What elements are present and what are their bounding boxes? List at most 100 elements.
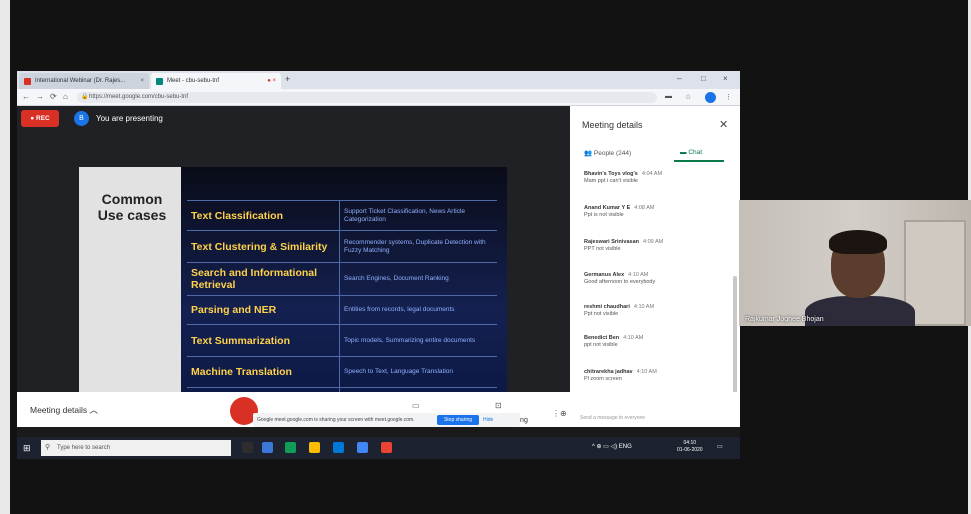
taskbar-app-icon[interactable] <box>357 442 368 453</box>
use-case-name: Text Classification <box>191 209 283 222</box>
use-case-examples: Recommender systems, Duplicate Detection… <box>339 231 497 262</box>
stop-sharing-button[interactable]: Stop sharing <box>437 415 479 425</box>
url-text: https://meet.google.com/cbu-sebu-tnf <box>89 94 189 100</box>
presenter-avatar: B <box>74 111 89 126</box>
browser-tab-meet[interactable]: Meet - cbu-sebu-tnf ● × <box>151 73 281 89</box>
presentation-slide: Common Use cases Text Classification Supp… <box>79 167 507 427</box>
tab-label: Meet - cbu-sebu-tnf <box>167 78 220 84</box>
taskbar-clock[interactable]: 04:10 01-06-2020 <box>677 440 703 454</box>
minimize-button[interactable]: – <box>677 74 681 83</box>
tab-label: International Webinar (Dr. Rajes... <box>35 78 126 84</box>
windows-taskbar: ⊞ ⚲ Type here to search ^ ⊕ ▭ ◁) ENG 04:… <box>17 437 740 459</box>
chat-time: 4:09 AM <box>643 239 664 245</box>
taskbar-app-icon[interactable] <box>285 442 296 453</box>
use-case-name: Text Summarization <box>191 334 290 347</box>
chat-message: chitrarekha jadhav 4:10 AM Pl zoom screen <box>584 369 724 383</box>
bookmark-star-icon[interactable]: ☆ <box>685 93 691 101</box>
chat-sender: reshmi chaudhari <box>584 304 630 310</box>
active-tab-indicator <box>674 160 724 162</box>
screen-share-banner: Google meet.google.com is sharing your s… <box>253 413 520 427</box>
hide-banner-button[interactable]: Hide <box>483 415 493 425</box>
speaker-video-tile: Rajkumar Joghee Bhojan <box>739 200 971 326</box>
chat-message: Germanus Alex 4:10 AM Good afternoon to ev… <box>584 272 724 286</box>
chat-message: Bhavin's Toys vlog's 4:04 AM Mam ppt i can… <box>584 171 724 185</box>
use-case-examples: Topic models, Summarizing entire documen… <box>339 325 497 356</box>
chat-message: reshmi chaudhari 4:10 AM Ppt not visible <box>584 304 724 318</box>
recording-frame: International Webinar (Dr. Rajes... × Me… <box>0 0 971 514</box>
tab-chat[interactable]: ▬ Chat <box>680 149 702 156</box>
use-case-row: Text Clustering & Similarity Recommender … <box>187 230 497 262</box>
use-case-examples: Support Ticket Classification, News Arti… <box>339 201 497 230</box>
captions-icon[interactable]: ▭ <box>412 401 420 410</box>
present-icon[interactable]: ⊡ <box>495 401 502 410</box>
gmail-icon <box>24 77 31 85</box>
chat-text: ppt not visible <box>584 342 618 348</box>
home-icon[interactable]: ⌂ <box>63 92 68 101</box>
system-tray[interactable]: ^ ⊕ ▭ ◁) ENG <box>592 443 632 450</box>
maximize-button[interactable]: □ <box>701 74 706 83</box>
chat-text: Pl zoom screen <box>584 376 622 382</box>
url-field[interactable]: 🔒 https://meet.google.com/cbu-sebu-tnf <box>77 92 657 103</box>
chevron-up-icon: ︿ <box>89 405 99 415</box>
tab-chat-label: Chat <box>688 149 703 156</box>
reload-icon[interactable]: ⟳ <box>50 92 57 101</box>
clock-date: 01-06-2020 <box>677 447 703 453</box>
use-case-row: Text Summarization Topic models, Summariz… <box>187 324 497 356</box>
close-tab-icon[interactable]: × <box>140 78 144 84</box>
share-banner-text: Google meet.google.com is sharing your s… <box>257 417 415 423</box>
forward-icon[interactable]: → <box>36 92 44 101</box>
chat-sender: chitrarekha jadhav <box>584 369 633 375</box>
meeting-details-label: Meeting details <box>30 405 88 415</box>
browser-tab-bar: International Webinar (Dr. Rajes... × Me… <box>17 71 740 89</box>
tab-people-label: People (244) <box>593 150 632 157</box>
lock-icon: 🔒 <box>81 94 89 100</box>
speaker-name: Rajkumar Joghee Bhojan <box>745 316 824 323</box>
tab-people[interactable]: 👥 People (244) <box>584 149 631 157</box>
use-case-examples: Search Engines, Document Ranking <box>339 263 497 295</box>
browser-tab-webinar[interactable]: International Webinar (Dr. Rajes... × <box>19 73 149 89</box>
taskbar-app-icon[interactable] <box>333 442 344 453</box>
presenting-label: You are presenting <box>96 114 163 123</box>
close-window-button[interactable]: × <box>723 74 728 83</box>
menu-icon[interactable]: ⋮ <box>725 93 732 101</box>
chat-message: Benedict Ben 4:10 AM ppt not visible <box>584 335 724 349</box>
meet-icon <box>156 77 163 85</box>
close-icon[interactable]: ✕ <box>719 118 728 131</box>
meeting-details-button[interactable]: Meeting details ︿ <box>30 404 98 416</box>
chat-composer[interactable]: Send a message to everyone <box>580 415 645 421</box>
chat-time: 4:04 AM <box>641 171 663 177</box>
taskbar-app-icon[interactable] <box>381 442 392 453</box>
rec-badge: ● REC <box>21 110 59 127</box>
left-border <box>0 0 10 514</box>
camera-indicator-icon[interactable]: ▬ <box>665 93 672 100</box>
people-icon: 👥 <box>584 150 593 157</box>
close-tab-icon[interactable]: ● × <box>267 78 276 84</box>
profile-avatar[interactable] <box>705 92 716 103</box>
chat-text: Ppt is not visible <box>584 212 624 218</box>
notification-icon[interactable]: ▭ <box>717 443 723 450</box>
back-icon[interactable]: ← <box>22 92 30 101</box>
taskbar-app-icon[interactable] <box>309 442 320 453</box>
chat-text: PPT not visible <box>584 246 621 252</box>
taskbar-app-icon[interactable] <box>242 442 253 453</box>
use-case-name: Machine Translation <box>191 366 292 378</box>
use-case-examples: Speech to Text, Language Translation <box>339 357 497 387</box>
slide-title: Common Use cases <box>97 191 167 223</box>
use-case-name: Parsing and NER <box>191 304 277 316</box>
chat-time: 4:08 AM <box>634 205 655 211</box>
chat-text: Ppt not visible <box>584 311 619 317</box>
panel-title: Meeting details <box>582 120 643 130</box>
speaker-hair <box>829 230 887 254</box>
use-case-name: Text Clustering & Similarity <box>191 240 328 253</box>
windows-start-icon[interactable]: ⊞ <box>23 443 31 454</box>
chat-sender: Benedict Ben <box>584 335 620 341</box>
taskbar-app-icon[interactable] <box>262 442 273 453</box>
chat-time: 4:10 AM <box>633 304 655 310</box>
chat-sender: Germanus Alex <box>584 272 625 278</box>
new-tab-button[interactable]: + <box>285 74 290 84</box>
shared-screen: International Webinar (Dr. Rajes... × Me… <box>17 71 740 459</box>
more-options-icon[interactable]: ⋮⊕ <box>552 409 567 418</box>
taskbar-search[interactable]: ⚲ Type here to search <box>41 440 231 456</box>
use-case-row: Text Classification Support Ticket Classi… <box>187 200 497 230</box>
search-placeholder: Type here to search <box>57 445 111 451</box>
